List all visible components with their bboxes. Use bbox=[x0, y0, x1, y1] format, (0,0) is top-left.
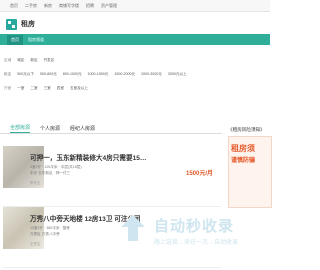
listing-agent: 李先生 bbox=[30, 181, 41, 185]
filter-row-rooms: 厅室 一室 二室 三室 四室 五室及以上 bbox=[0, 84, 270, 92]
filter-label: 租金 bbox=[4, 71, 12, 76]
tab-personal[interactable]: 个人房源 bbox=[40, 125, 60, 132]
filter-option[interactable]: 一室 bbox=[17, 86, 24, 91]
filter-option[interactable]: 新区 bbox=[30, 58, 37, 63]
ad-headline: 租房须 bbox=[231, 144, 255, 153]
tab-all[interactable]: 全部房源 bbox=[10, 124, 31, 133]
tab-agent[interactable]: 经纪人房源 bbox=[70, 125, 95, 132]
channel-nav-bar: 首页 租房频道 bbox=[0, 34, 270, 45]
filter-label: 厅室 bbox=[4, 85, 12, 90]
listing-price: 1500元/月 bbox=[186, 171, 214, 177]
listing-meta: 4室2厅 · 125平米 · 中层(共18层) bbox=[30, 165, 82, 169]
listing-tabs: 全部房源 个人房源 经纪人房源 bbox=[0, 124, 222, 134]
listing-title[interactable]: 可押一，玉东新精装修大4房只需要15… bbox=[30, 152, 147, 162]
filter-option[interactable]: 800-1000元 bbox=[63, 72, 82, 77]
listing-meta: 丰乐 玉东新区 · 押一付三 bbox=[30, 171, 71, 175]
breadcrumb[interactable]: 租房频道 bbox=[28, 37, 44, 43]
filter-option[interactable]: 开发区 bbox=[44, 58, 55, 63]
home-link[interactable]: 首页 bbox=[7, 34, 23, 45]
filter-option[interactable]: 500元以下 bbox=[17, 72, 34, 77]
topnav-item[interactable]: 新房 bbox=[44, 3, 52, 9]
topnav-item[interactable]: 首页 bbox=[10, 3, 18, 9]
sidebar-ad-banner[interactable]: 租房须 谨慎防骗 bbox=[228, 136, 272, 208]
filter-row-district: 区域 城区 新区 开发区 bbox=[0, 56, 270, 64]
listing-meta: 12室2厅 · 380平米 · 整栋 bbox=[30, 226, 70, 230]
topnav-item[interactable]: 招聘 bbox=[86, 3, 94, 9]
sidebar-title[interactable]: 《租房风险须知》 bbox=[228, 127, 265, 133]
filter-option[interactable]: 四室 bbox=[57, 86, 64, 91]
filter-option[interactable]: 1000-1500元 bbox=[88, 72, 109, 77]
filter-option[interactable]: 三室 bbox=[44, 86, 51, 91]
listing-item[interactable]: 可押一，玉东新精装修大4房只需要15… 4室2厅 · 125平米 · 中层(共1… bbox=[3, 146, 221, 207]
filter-option[interactable]: 1500-2000元 bbox=[114, 72, 135, 77]
page-title: 租房 bbox=[21, 21, 35, 28]
listing-meta: 万秀区 万秀八中旁 bbox=[30, 232, 60, 236]
filter-option[interactable]: 二室 bbox=[30, 86, 37, 91]
filter-option[interactable]: 五室及以上 bbox=[70, 86, 88, 91]
watermark-title: 自动秒收录 bbox=[154, 218, 235, 235]
filter-label: 区域 bbox=[4, 57, 12, 62]
top-navigation: 首页 二手房 新房 商铺写字楼 招聘 资产管理 bbox=[0, 0, 270, 12]
site-logo-icon[interactable] bbox=[6, 19, 17, 30]
watermark-logo-icon bbox=[121, 215, 145, 241]
listing-agent: 王先生 bbox=[30, 242, 41, 246]
topnav-item[interactable]: 资产管理 bbox=[101, 3, 117, 9]
topnav-item[interactable]: 二手房 bbox=[25, 3, 37, 9]
watermark-subtitle: 路上链接→来访一次→自动收录 bbox=[154, 240, 239, 246]
filter-option[interactable]: 城区 bbox=[17, 58, 24, 63]
filter-option[interactable]: 500-800元 bbox=[40, 72, 57, 77]
watermark: 自动秒收录 路上链接→来访一次→自动收录 bbox=[118, 213, 270, 253]
filter-row-rent: 租金 500元以下 500-800元 800-1000元 1000-1500元 … bbox=[0, 70, 270, 78]
topnav-item[interactable]: 商铺写字楼 bbox=[59, 3, 79, 9]
filter-option[interactable]: 3000元以上 bbox=[168, 72, 187, 77]
filter-option[interactable]: 2000-3000元 bbox=[141, 72, 162, 77]
ad-subline: 谨慎防骗 bbox=[231, 158, 256, 164]
